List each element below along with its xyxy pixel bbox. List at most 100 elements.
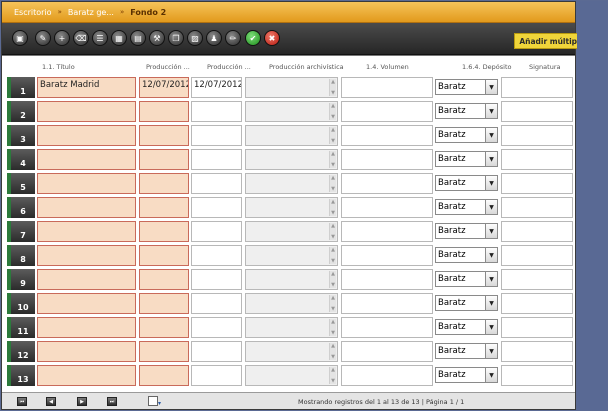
produccion-date-1-field[interactable]	[139, 365, 189, 386]
produccion-date-1-field[interactable]	[139, 125, 189, 146]
volumen-field[interactable]	[341, 269, 433, 290]
produccion-date-1-field[interactable]: 12/07/2012	[139, 77, 189, 98]
deposito-select[interactable]: Baratz ▼	[435, 103, 498, 119]
deposito-select[interactable]: Baratz ▼	[435, 79, 498, 95]
deposito-select[interactable]: Baratz ▼	[435, 295, 498, 311]
row-number[interactable]: 11	[7, 317, 35, 338]
cell-scrollbar[interactable]: ▲ ▼	[329, 343, 336, 360]
signatura-field[interactable]	[501, 293, 573, 314]
titulo-field[interactable]	[37, 293, 136, 314]
produccion-archivistica-field[interactable]: ▲ ▼	[245, 221, 338, 242]
row-number[interactable]: 8	[7, 245, 35, 266]
cell-scrollbar[interactable]: ▲ ▼	[329, 223, 336, 240]
deposito-select[interactable]: Baratz ▼	[435, 199, 498, 215]
produccion-date-1-field[interactable]	[139, 173, 189, 194]
signatura-field[interactable]	[501, 365, 573, 386]
row-number[interactable]: 6	[7, 197, 35, 218]
produccion-date-2-field[interactable]	[191, 317, 242, 338]
volumen-field[interactable]	[341, 125, 433, 146]
cell-scrollbar[interactable]: ▲ ▼	[329, 103, 336, 120]
deposito-select[interactable]: Baratz ▼	[435, 127, 498, 143]
deposito-select[interactable]: Baratz ▼	[435, 367, 498, 383]
produccion-archivistica-field[interactable]: ▲ ▼	[245, 101, 338, 122]
produccion-archivistica-field[interactable]: ▲ ▼	[245, 245, 338, 266]
produccion-date-2-field[interactable]	[191, 293, 242, 314]
list-icon[interactable]: ☰	[92, 30, 108, 46]
next-page-icon[interactable]: ▶	[77, 397, 87, 406]
volumen-field[interactable]	[341, 173, 433, 194]
deposito-select[interactable]: Baratz ▼	[435, 271, 498, 287]
last-page-icon[interactable]: ⏭	[107, 397, 117, 406]
add-icon[interactable]: +	[54, 30, 70, 46]
volumen-field[interactable]	[341, 101, 433, 122]
breadcrumb-item-escritorio[interactable]: Escritorio	[14, 8, 52, 17]
volumen-field[interactable]	[341, 221, 433, 242]
produccion-date-1-field[interactable]	[139, 269, 189, 290]
produccion-date-1-field[interactable]	[139, 149, 189, 170]
column-header-produccion-2[interactable]: Producción ...	[207, 63, 251, 71]
produccion-date-1-field[interactable]	[139, 341, 189, 362]
produccion-date-2-field[interactable]: 12/07/2012	[191, 77, 242, 98]
page-size-field[interactable]	[148, 396, 158, 406]
titulo-field[interactable]	[37, 149, 136, 170]
produccion-archivistica-field[interactable]: ▲ ▼	[245, 365, 338, 386]
signatura-field[interactable]	[501, 77, 573, 98]
row-number[interactable]: 4	[7, 149, 35, 170]
cell-scrollbar[interactable]: ▲ ▼	[329, 175, 336, 192]
signatura-field[interactable]	[501, 341, 573, 362]
produccion-archivistica-field[interactable]: ▲ ▼	[245, 341, 338, 362]
chevron-down-icon[interactable]: ▼	[485, 248, 497, 262]
deposito-select[interactable]: Baratz ▼	[435, 343, 498, 359]
signatura-field[interactable]	[501, 197, 573, 218]
prev-page-icon[interactable]: ◀	[46, 397, 56, 406]
row-number[interactable]: 5	[7, 173, 35, 194]
signatura-field[interactable]	[501, 269, 573, 290]
produccion-archivistica-field[interactable]: ▲ ▼	[245, 173, 338, 194]
produccion-archivistica-field[interactable]: ▲ ▼	[245, 269, 338, 290]
titulo-field[interactable]	[37, 269, 136, 290]
produccion-date-2-field[interactable]	[191, 221, 242, 242]
row-number[interactable]: 10	[7, 293, 35, 314]
produccion-date-1-field[interactable]	[139, 221, 189, 242]
column-header-produccion-1[interactable]: Producción ...	[146, 63, 190, 71]
chevron-down-icon[interactable]: ▼	[485, 80, 497, 94]
chevron-down-icon[interactable]: ▼	[485, 272, 497, 286]
volumen-field[interactable]	[341, 293, 433, 314]
first-page-icon[interactable]: ⏮	[17, 397, 27, 406]
page-size-dropdown-icon[interactable]: ▾	[158, 400, 161, 407]
signatura-field[interactable]	[501, 125, 573, 146]
chevron-down-icon[interactable]: ▼	[485, 344, 497, 358]
print-icon[interactable]: ▣	[12, 30, 28, 46]
produccion-date-1-field[interactable]	[139, 197, 189, 218]
cell-scrollbar[interactable]: ▲ ▼	[329, 319, 336, 336]
signatura-field[interactable]	[501, 221, 573, 242]
column-header-volumen[interactable]: 1.4. Volumen	[366, 63, 409, 71]
signatura-field[interactable]	[501, 173, 573, 194]
row-number[interactable]: 2	[7, 101, 35, 122]
row-number[interactable]: 9	[7, 269, 35, 290]
paste-icon[interactable]: ▨	[187, 30, 203, 46]
produccion-date-1-field[interactable]	[139, 101, 189, 122]
row-number[interactable]: 7	[7, 221, 35, 242]
volumen-field[interactable]	[341, 317, 433, 338]
column-header-produccion-archivistica[interactable]: Producción archivística	[269, 63, 344, 71]
accept-icon[interactable]: ✔	[245, 30, 261, 46]
produccion-archivistica-field[interactable]: ▲ ▼	[245, 317, 338, 338]
titulo-field[interactable]	[37, 245, 136, 266]
produccion-date-2-field[interactable]	[191, 125, 242, 146]
cell-scrollbar[interactable]: ▲ ▼	[329, 79, 336, 96]
titulo-field[interactable]	[37, 365, 136, 386]
volumen-field[interactable]	[341, 77, 433, 98]
produccion-date-1-field[interactable]	[139, 245, 189, 266]
produccion-date-2-field[interactable]	[191, 173, 242, 194]
deposito-select[interactable]: Baratz ▼	[435, 319, 498, 335]
cell-scrollbar[interactable]: ▲ ▼	[329, 247, 336, 264]
titulo-field[interactable]	[37, 341, 136, 362]
tools-icon[interactable]: ⚒	[149, 30, 165, 46]
row-number[interactable]: 13	[7, 365, 35, 386]
produccion-date-2-field[interactable]	[191, 245, 242, 266]
cell-scrollbar[interactable]: ▲ ▼	[329, 295, 336, 312]
delete-icon[interactable]: ⌫	[73, 30, 89, 46]
deposito-select[interactable]: Baratz ▼	[435, 175, 498, 191]
signatura-field[interactable]	[501, 245, 573, 266]
